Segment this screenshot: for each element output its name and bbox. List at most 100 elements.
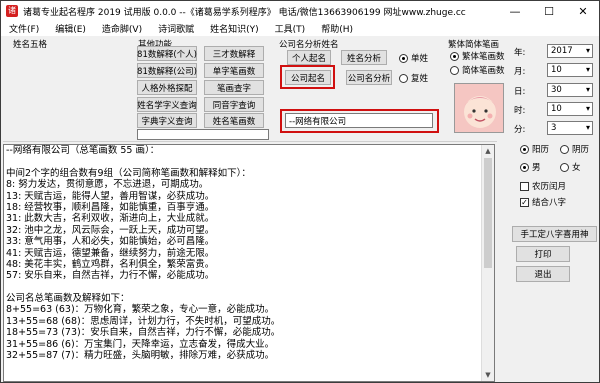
scroll-up-icon[interactable]: ▲: [482, 145, 494, 157]
minute-label: 分:: [514, 125, 526, 135]
month-label: 月:: [514, 67, 526, 77]
vertical-scrollbar[interactable]: ▲ ▼: [481, 145, 494, 381]
chevron-down-icon: ▾: [585, 65, 590, 74]
result-line: 8+55=63 (63)：万物化育，繁荣之象，专心一意，必能成功。: [6, 304, 275, 316]
day-value: 30: [551, 85, 562, 95]
radio-off-icon: [450, 65, 459, 75]
chevron-down-icon: ▾: [585, 85, 590, 94]
btn-homophone[interactable]: 同音字查询: [204, 97, 264, 112]
result-line: 41: 天赋吉运，德望兼备，继续努力，前途无限。: [6, 247, 215, 259]
close-button[interactable]: ✕: [566, 1, 599, 21]
minute-value: 3: [551, 123, 557, 133]
year-value: 2017: [551, 46, 573, 56]
leap-month-checkbox[interactable]: 农历闰月: [520, 180, 566, 192]
solar-radio[interactable]: 阳历: [520, 143, 549, 155]
app-window: 诸 诸葛专业起名程序 2019 试用版 0.0.0 --《诸葛易学系列程序》 电…: [0, 0, 600, 383]
checkbox-empty-icon: [520, 181, 529, 191]
hour-label: 时:: [514, 106, 526, 116]
day-select[interactable]: 30 ▾: [547, 83, 593, 97]
solar-label: 阳历: [532, 145, 550, 155]
functions-input[interactable]: [137, 129, 269, 140]
minimize-button[interactable]: —: [498, 1, 532, 21]
btn-81-personal[interactable]: 81数解释(个人): [137, 46, 197, 61]
radio-on-icon: [450, 51, 459, 61]
btn-dictionary[interactable]: 字典字义查询: [137, 113, 197, 128]
company-group-label: 公司名分析姓名: [279, 40, 339, 50]
menu-tools[interactable]: 工具(T): [267, 22, 314, 35]
result-line: 33: 意气用事，人和必失，如能慎始，必可昌隆。: [6, 236, 215, 248]
year-select[interactable]: 2017 ▾: [547, 44, 593, 58]
maximize-button[interactable]: ☐: [532, 1, 566, 21]
app-logo-icon: 诸: [6, 5, 18, 17]
menu-file[interactable]: 文件(F): [1, 22, 47, 35]
result-line: 中间2个字的组合数有9组（公司简称笔画数和解释如下）：: [6, 167, 251, 179]
script-type-label: 繁体简体笔画: [448, 40, 500, 50]
manual-bazi-button[interactable]: 手工定八字喜用神: [512, 226, 597, 242]
company-naming-highlight: [280, 65, 335, 89]
baby-face-icon: [455, 84, 503, 132]
combine-bazi-label: 结合八字: [532, 198, 567, 208]
checkmark-icon: ✓: [520, 197, 529, 207]
result-line: 公司名总笔画数及解释如下：: [6, 293, 130, 305]
result-line: 18+55=73 (73)：安乐自来，自然吉祥，力行不懈，必能成功。: [6, 327, 281, 339]
leap-month-label: 农历闰月: [532, 182, 567, 192]
personal-naming-button[interactable]: 个人起名: [287, 50, 331, 65]
btn-renge-waige[interactable]: 人格外格探配: [137, 80, 197, 95]
btn-single-stroke[interactable]: 单字笔画数: [204, 63, 264, 78]
result-line: [4, 361, 494, 372]
radio-off-icon: [560, 144, 569, 154]
result-line: 57: 安乐自来，自然吉祥，力行不懈，必能成功。: [6, 270, 215, 282]
menu-bazi[interactable]: 造命脚(V): [94, 22, 150, 35]
name-analysis-button[interactable]: 姓名分析: [341, 50, 387, 65]
result-line: [4, 156, 494, 167]
radio-on-icon: [520, 162, 529, 172]
minute-select[interactable]: 3 ▾: [547, 121, 593, 135]
double-surname-radio[interactable]: 复姓: [399, 72, 428, 84]
result-line: 48: 美花丰实，鹤立鸡群，名利俱全，繁荣富贵。: [6, 258, 215, 270]
simplified-label: 简体笔画数: [462, 66, 505, 76]
window-title: 诸葛专业起名程序 2019 试用版 0.0.0 --《诸葛易学系列程序》 电话/…: [23, 7, 466, 18]
month-value: 10: [551, 65, 562, 75]
scroll-thumb[interactable]: [484, 158, 492, 268]
male-radio[interactable]: 男: [520, 161, 541, 173]
menu-help[interactable]: 帮助(H): [313, 22, 361, 35]
result-text-area[interactable]: --网络有限公司（总笔画数 55 画）： 中间2个字的组合数有9组（公司简称笔画…: [3, 144, 495, 382]
simplified-radio[interactable]: 简体笔画数: [450, 64, 505, 76]
menu-poetry[interactable]: 诗词歌赋: [150, 22, 202, 35]
result-line: 31+55=86 (6)：万宝集门，天降幸运，立志奋发，得成大业。: [6, 338, 275, 350]
chevron-down-icon: ▾: [585, 123, 590, 132]
btn-stroke-lookup[interactable]: 笔画查字: [204, 80, 264, 95]
name-grid-group-label: 姓名五格: [13, 40, 48, 50]
combine-bazi-checkbox[interactable]: ✓ 结合八字: [520, 196, 566, 208]
btn-81-company[interactable]: 81数解释(公司): [137, 63, 197, 78]
single-surname-radio[interactable]: 单姓: [399, 52, 428, 64]
result-line: 18: 经营牧事，顺利昌隆，如能慎重，百事亨通。: [6, 201, 215, 213]
result-line: 13+55=68 (68)：思虑周详，计划力行，不失时机，可望成功。: [6, 315, 281, 327]
female-label: 女: [572, 163, 581, 173]
scroll-down-icon[interactable]: ▼: [482, 369, 494, 381]
female-radio[interactable]: 女: [560, 161, 581, 173]
btn-sancai[interactable]: 三才数解释: [204, 46, 264, 61]
btn-name-meaning[interactable]: 姓名学字义查询: [137, 97, 197, 112]
btn-name-strokes[interactable]: 姓名笔画数: [204, 113, 264, 128]
menu-name-knowledge[interactable]: 姓名知识(Y): [202, 22, 267, 35]
exit-button[interactable]: 退出: [516, 266, 570, 282]
hour-select[interactable]: 10 ▾: [547, 102, 593, 116]
menu-edit[interactable]: 编辑(E): [47, 22, 94, 35]
title-bar: 诸 诸葛专业起名程序 2019 试用版 0.0.0 --《诸葛易学系列程序》 电…: [1, 1, 599, 21]
company-analysis-button[interactable]: 公司名分析: [346, 70, 392, 85]
result-line: --网络有限公司（总笔画数 55 画）：: [6, 145, 160, 156]
radio-off-icon: [399, 73, 408, 83]
print-button[interactable]: 打印: [516, 246, 570, 262]
month-select[interactable]: 10 ▾: [547, 63, 593, 77]
result-line: 32+55=87 (7)：精力旺盛，头脑明敏，排除万难，必获成功。: [6, 350, 275, 362]
traditional-radio[interactable]: 繁体笔画数: [450, 50, 505, 62]
result-line: 8: 努力发达，贯彻意愿，不忘进退，可期成功。: [6, 179, 209, 191]
lunar-radio[interactable]: 阴历: [560, 143, 589, 155]
single-surname-label: 单姓: [411, 54, 429, 64]
company-name-input[interactable]: --网络有限公司: [285, 113, 433, 128]
traditional-label: 繁体笔画数: [462, 52, 505, 62]
baby-photo: [454, 83, 504, 133]
male-label: 男: [532, 163, 541, 173]
radio-on-icon: [520, 144, 529, 154]
